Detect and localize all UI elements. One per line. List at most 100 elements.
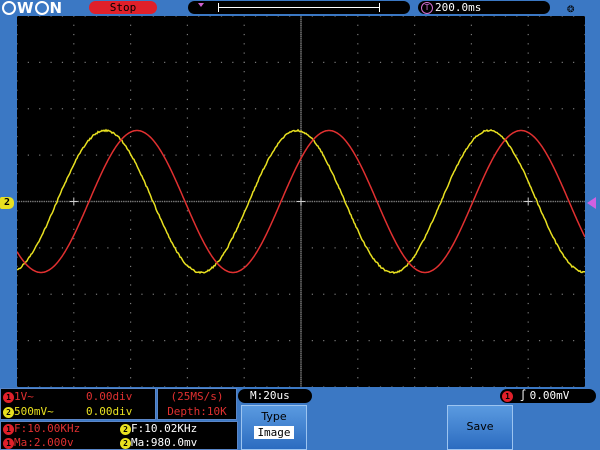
- grid-dot: [357, 117, 358, 118]
- trigger-info[interactable]: 1 ∫ 0.00mV: [500, 389, 596, 403]
- grid-dot: [278, 62, 279, 63]
- grid-dot: [203, 201, 204, 202]
- grid-dot: [39, 62, 40, 63]
- grid-dot: [289, 386, 290, 387]
- grid-dot: [555, 201, 556, 202]
- grid-dot: [582, 201, 583, 202]
- ch2-level-marker[interactable]: 2: [0, 197, 14, 209]
- grid-dot: [380, 108, 381, 109]
- grid-dot: [175, 16, 176, 17]
- grid-dot: [225, 201, 226, 202]
- grid-dot: [175, 294, 176, 295]
- grid-dot: [539, 62, 540, 63]
- grid-dot: [562, 16, 563, 17]
- grid-dot: [244, 238, 245, 239]
- grid-dot: [528, 321, 529, 322]
- grid-dot: [244, 368, 245, 369]
- grid-dot: [187, 80, 188, 81]
- grid-dot: [28, 16, 29, 17]
- grid-dot: [357, 99, 358, 100]
- grid-dot: [584, 257, 585, 258]
- trigger-time-readout: T 200.0ms: [418, 1, 550, 14]
- grid-dot: [300, 162, 301, 163]
- grid-dot: [266, 108, 267, 109]
- grid-dot: [255, 247, 256, 248]
- grid-dot: [300, 329, 301, 330]
- grid-dot: [17, 71, 18, 72]
- trigger-level-icon[interactable]: [587, 197, 596, 209]
- grid-dot: [232, 386, 233, 387]
- grid-dot: [17, 219, 18, 220]
- grid-dot: [141, 294, 142, 295]
- grid-dot: [244, 136, 245, 137]
- grid-dot: [300, 41, 301, 42]
- grid-dot: [300, 223, 301, 224]
- grid-dot: [584, 359, 585, 360]
- grid-dot: [221, 294, 222, 295]
- grid-dot: [471, 43, 472, 44]
- grid-dot: [584, 155, 585, 156]
- save-button[interactable]: Save: [447, 405, 513, 450]
- grid-dot: [516, 247, 517, 248]
- grid-dot: [471, 377, 472, 378]
- logo-letter: N: [50, 0, 63, 16]
- grid-dot: [357, 34, 358, 35]
- grid-dot: [471, 238, 472, 239]
- ch1-frequency: F:10.00KHz: [14, 422, 120, 436]
- grid-dot: [357, 201, 358, 202]
- grid-dot: [300, 232, 301, 233]
- grid-dot: [125, 201, 126, 202]
- run-stop-status[interactable]: Stop: [89, 1, 157, 14]
- grid-dot: [300, 206, 301, 207]
- grid-dot: [334, 386, 335, 387]
- grid-dot: [323, 294, 324, 295]
- grid-dot: [266, 201, 267, 202]
- grid-dot: [17, 127, 18, 128]
- grid-dot: [300, 180, 301, 181]
- grid-dot: [221, 62, 222, 63]
- grid-dot: [453, 201, 454, 202]
- grid-dot: [50, 247, 51, 248]
- grid-dot: [391, 340, 392, 341]
- grid-dot: [262, 201, 263, 202]
- grid-dot: [300, 334, 301, 335]
- grid-dot: [300, 371, 301, 372]
- grid-dot: [73, 266, 74, 267]
- grid-dot: [403, 247, 404, 248]
- grid-dot: [175, 386, 176, 387]
- grid-dot: [141, 340, 142, 341]
- grid-dot: [505, 247, 506, 248]
- grid-dot: [391, 201, 392, 202]
- grid-dot: [266, 155, 267, 156]
- grid-dot: [573, 340, 574, 341]
- grid-dot: [62, 16, 63, 17]
- grid-dot: [300, 30, 301, 31]
- grid-dot: [357, 71, 358, 72]
- grid-dot: [528, 127, 529, 128]
- grid-dot: [130, 99, 131, 100]
- grid-dot: [300, 286, 301, 287]
- grid-dot: [244, 173, 245, 174]
- grid-dot: [432, 201, 433, 202]
- grid-dot: [17, 303, 18, 304]
- horizontal-scale[interactable]: M:20us: [238, 389, 312, 403]
- ch1-badge: 1: [3, 424, 14, 435]
- grid-dot: [187, 136, 188, 137]
- grid-dot: [323, 386, 324, 387]
- grid-dot: [39, 155, 40, 156]
- grid-dot: [296, 201, 297, 202]
- grid-dot: [448, 294, 449, 295]
- grid-dot: [550, 108, 551, 109]
- trigger-level: 0.00mV: [530, 389, 570, 402]
- grid-dot: [318, 201, 319, 202]
- grid-dot: [17, 108, 18, 109]
- grid-dot: [289, 247, 290, 248]
- type-softkey[interactable]: Type Image: [241, 405, 307, 450]
- grid-dot: [275, 201, 276, 202]
- grid-dot: [300, 320, 301, 321]
- grid-dot: [244, 164, 245, 165]
- grid-dot: [471, 294, 472, 295]
- grid-dot: [210, 16, 211, 17]
- grid-dot: [416, 201, 417, 202]
- grid-dot: [17, 386, 18, 387]
